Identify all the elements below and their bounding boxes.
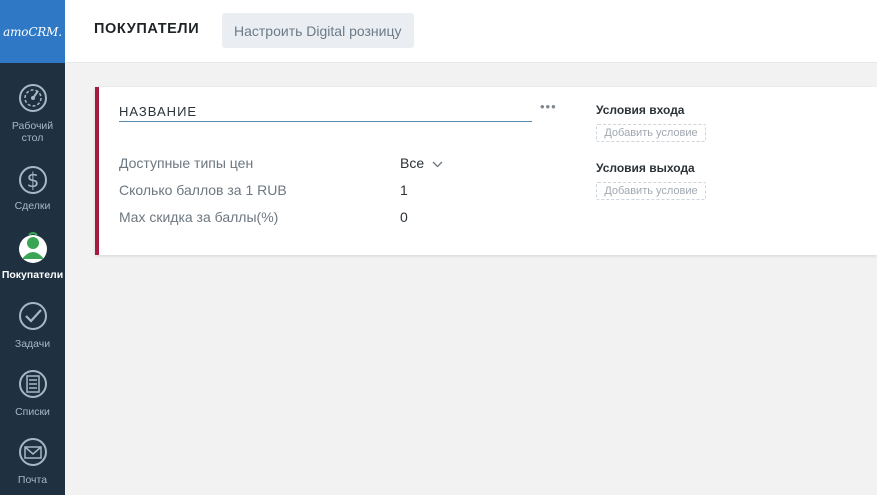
logo[interactable]: amoCRM.: [0, 0, 65, 63]
sidebar-item-label: Списки: [15, 406, 50, 418]
sidebar-item-label: Рабочий стол: [11, 120, 54, 144]
sidebar-item-mail[interactable]: Почта: [0, 434, 65, 486]
customer-segment-card: ••• Доступные типы цен Все Сколько балло…: [95, 87, 877, 255]
max-discount-label: Max скидка за баллы(%): [119, 209, 279, 225]
sidebar-item-label: Задачи: [14, 338, 51, 350]
list-icon: [17, 366, 49, 402]
svg-text:$: $: [26, 168, 39, 192]
chevron-down-icon: [432, 161, 443, 168]
dashboard-gauge-icon: [17, 80, 49, 116]
max-discount-value[interactable]: 0: [400, 209, 408, 225]
sidebar: amoCRM. Рабочий стол $ Сделки Покупатели…: [0, 0, 65, 495]
sidebar-item-lists[interactable]: Списки: [0, 366, 65, 418]
price-types-value: Все: [400, 155, 425, 171]
price-types-select[interactable]: Все: [400, 155, 443, 171]
page-title: ПОКУПАТЕЛИ: [94, 21, 200, 37]
sidebar-item-label: Покупатели: [1, 269, 64, 281]
sidebar-item-tasks[interactable]: Задачи: [0, 298, 65, 350]
price-types-label: Доступные типы цен: [119, 155, 254, 171]
dollar-icon: $: [17, 160, 49, 196]
add-exit-condition-button[interactable]: Добавить условие: [596, 182, 706, 200]
segment-name-input[interactable]: [119, 102, 532, 122]
customers-icon: [17, 229, 49, 265]
sidebar-item-label: Почта: [17, 474, 48, 486]
sidebar-item-customers[interactable]: Покупатели: [0, 229, 65, 281]
header: ПОКУПАТЕЛИ Настроить Digital розницу: [65, 0, 877, 63]
points-per-rub-label: Сколько баллов за 1 RUB: [119, 182, 287, 198]
checkmark-icon: [17, 298, 49, 334]
entry-conditions-title: Условия входа: [596, 103, 685, 117]
sidebar-item-label: Сделки: [14, 200, 51, 212]
sidebar-item-dashboard[interactable]: Рабочий стол: [0, 80, 65, 144]
exit-conditions-title: Условия выхода: [596, 161, 695, 175]
sidebar-item-deals[interactable]: $ Сделки: [0, 160, 65, 212]
points-per-rub-value[interactable]: 1: [400, 182, 408, 198]
logo-text: amoCRM.: [3, 24, 62, 39]
configure-digital-retail-button[interactable]: Настроить Digital розницу: [222, 13, 414, 48]
add-entry-condition-button[interactable]: Добавить условие: [596, 124, 706, 142]
more-options-icon[interactable]: •••: [540, 99, 557, 114]
mail-icon: [17, 434, 49, 470]
